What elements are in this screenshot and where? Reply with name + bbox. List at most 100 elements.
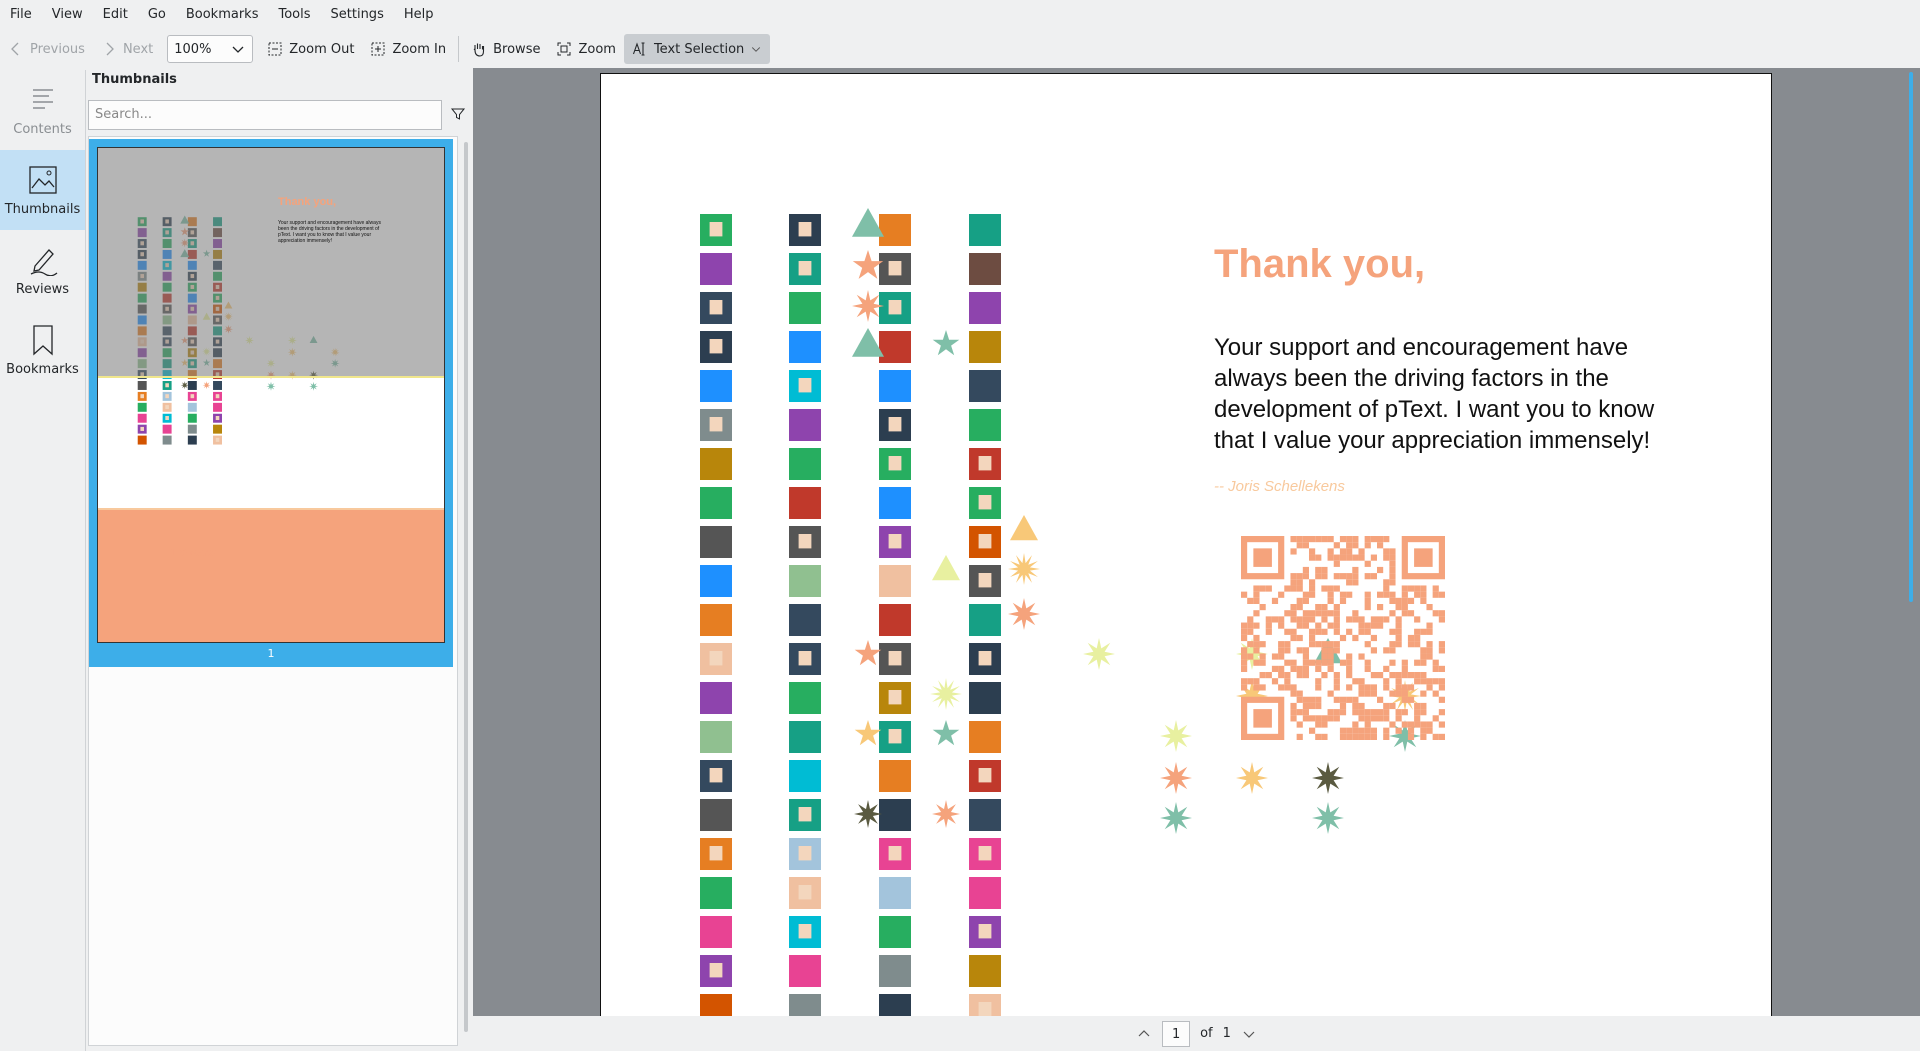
sidebar-tab-contents[interactable]: Contents xyxy=(0,70,85,150)
avatar-face xyxy=(709,300,723,315)
thumbnail-highlight xyxy=(98,148,444,376)
browse-button[interactable]: Browse xyxy=(463,34,548,64)
qr-module xyxy=(1309,536,1316,543)
text-selection-button[interactable]: Text Selection xyxy=(623,34,771,64)
qr-module xyxy=(1370,709,1377,716)
qr-module xyxy=(1290,690,1297,697)
thumbnail-page-graphic xyxy=(98,148,444,642)
qr-module xyxy=(1420,628,1427,635)
qr-module xyxy=(1389,647,1396,654)
qr-module xyxy=(1253,597,1260,604)
menu-edit[interactable]: Edit xyxy=(93,0,138,30)
qr-module xyxy=(1383,548,1390,555)
qr-module xyxy=(1438,641,1445,648)
avatar xyxy=(137,402,147,412)
avatar xyxy=(879,916,911,948)
qr-module xyxy=(1302,665,1309,672)
qr-module xyxy=(1420,591,1427,598)
zoom-out-button[interactable]: Zoom Out xyxy=(259,34,362,64)
menu-help[interactable]: Help xyxy=(394,0,444,30)
menu-settings[interactable]: Settings xyxy=(321,0,394,30)
qr-finder xyxy=(1253,709,1272,728)
qr-module xyxy=(1395,690,1402,697)
qr-module xyxy=(1364,727,1371,734)
qr-module xyxy=(1364,733,1371,740)
qr-module xyxy=(1370,573,1377,580)
avatar xyxy=(969,214,1001,246)
qr-module xyxy=(1364,597,1371,604)
page-number-input[interactable]: 1 xyxy=(1162,1020,1191,1047)
qr-module xyxy=(1420,733,1427,740)
sidebar-tab-reviews[interactable]: Reviews xyxy=(0,230,85,310)
qr-module xyxy=(1414,715,1421,722)
sidebar-tab-thumbnails[interactable]: Thumbnails xyxy=(0,150,85,230)
qr-module xyxy=(1377,696,1384,703)
qr-module xyxy=(1370,672,1377,679)
thumbnail-scrollbar-handle[interactable] xyxy=(464,142,468,1032)
qr-module xyxy=(1389,579,1396,586)
qr-module xyxy=(1389,672,1396,679)
avatar-face xyxy=(888,690,902,705)
avatar xyxy=(969,955,1001,987)
qr-finder xyxy=(1253,548,1272,567)
avatar xyxy=(969,877,1001,909)
qr-module xyxy=(1241,647,1248,654)
chevron-down-icon[interactable] xyxy=(1241,1026,1257,1042)
qr-module xyxy=(1327,653,1334,660)
avatar xyxy=(879,214,911,246)
menu-view[interactable]: View xyxy=(42,0,93,30)
avatar-face xyxy=(798,261,812,276)
qr-module xyxy=(1364,591,1371,598)
qr-module xyxy=(1302,542,1309,549)
qr-module xyxy=(1407,641,1415,648)
qr-module xyxy=(1346,573,1353,580)
next-button[interactable]: Next xyxy=(93,34,161,64)
previous-button[interactable]: Previous xyxy=(0,34,93,64)
star-shape xyxy=(932,720,960,746)
qr-module xyxy=(1278,684,1285,691)
filter-icon[interactable] xyxy=(450,106,466,122)
zoom-in-button[interactable]: Zoom In xyxy=(362,34,454,64)
document-scrollbar[interactable] xyxy=(1906,72,1916,608)
avatar xyxy=(700,916,732,948)
qr-module xyxy=(1339,548,1347,555)
menu-tools[interactable]: Tools xyxy=(268,0,320,30)
thumbnail-scrollbar[interactable] xyxy=(462,136,470,1040)
qr-module xyxy=(1315,622,1322,629)
sidebar-tab-bookmarks[interactable]: Bookmarks xyxy=(0,310,85,390)
qr-module xyxy=(1271,665,1279,672)
zoom-tool-button[interactable]: Zoom xyxy=(548,34,623,64)
qr-module xyxy=(1426,604,1433,611)
qr-module xyxy=(1333,696,1340,703)
chevron-down-icon[interactable] xyxy=(750,43,762,55)
pdf-page[interactable]: Thank you, Your support and encouragemen… xyxy=(600,73,1772,1018)
qr-module xyxy=(1315,684,1322,691)
avatar xyxy=(789,682,821,714)
menu-file[interactable]: File xyxy=(0,0,42,30)
qr-module xyxy=(1401,659,1408,666)
qr-code xyxy=(1241,536,1445,740)
qr-module xyxy=(1309,696,1316,703)
star-shape xyxy=(852,290,884,322)
avatar xyxy=(700,994,732,1018)
page-graphics xyxy=(700,208,1421,1018)
qr-module xyxy=(1327,659,1334,666)
thumbnail-item[interactable]: Thank you, Your support and encouragemen… xyxy=(89,139,453,667)
thumbnail-page-preview: Thank you, Your support and encouragemen… xyxy=(97,147,445,643)
star-shape xyxy=(852,250,884,279)
menu-go[interactable]: Go xyxy=(138,0,176,30)
qr-module xyxy=(1339,709,1347,716)
pager-of-label: of xyxy=(1200,1026,1213,1041)
qr-module xyxy=(1321,659,1328,666)
chevron-up-icon[interactable] xyxy=(1136,1026,1152,1042)
qr-module xyxy=(1420,585,1427,592)
qr-module xyxy=(1247,616,1254,623)
qr-module xyxy=(1389,554,1396,561)
menu-bookmarks[interactable]: Bookmarks xyxy=(176,0,269,30)
qr-module xyxy=(1339,536,1347,543)
thumbnail-search-input[interactable]: Search... xyxy=(88,100,442,130)
qr-module xyxy=(1253,647,1260,654)
zoom-select[interactable]: 100% xyxy=(167,35,254,63)
qr-module xyxy=(1327,610,1334,617)
document-scrollbar-handle[interactable] xyxy=(1909,72,1913,602)
